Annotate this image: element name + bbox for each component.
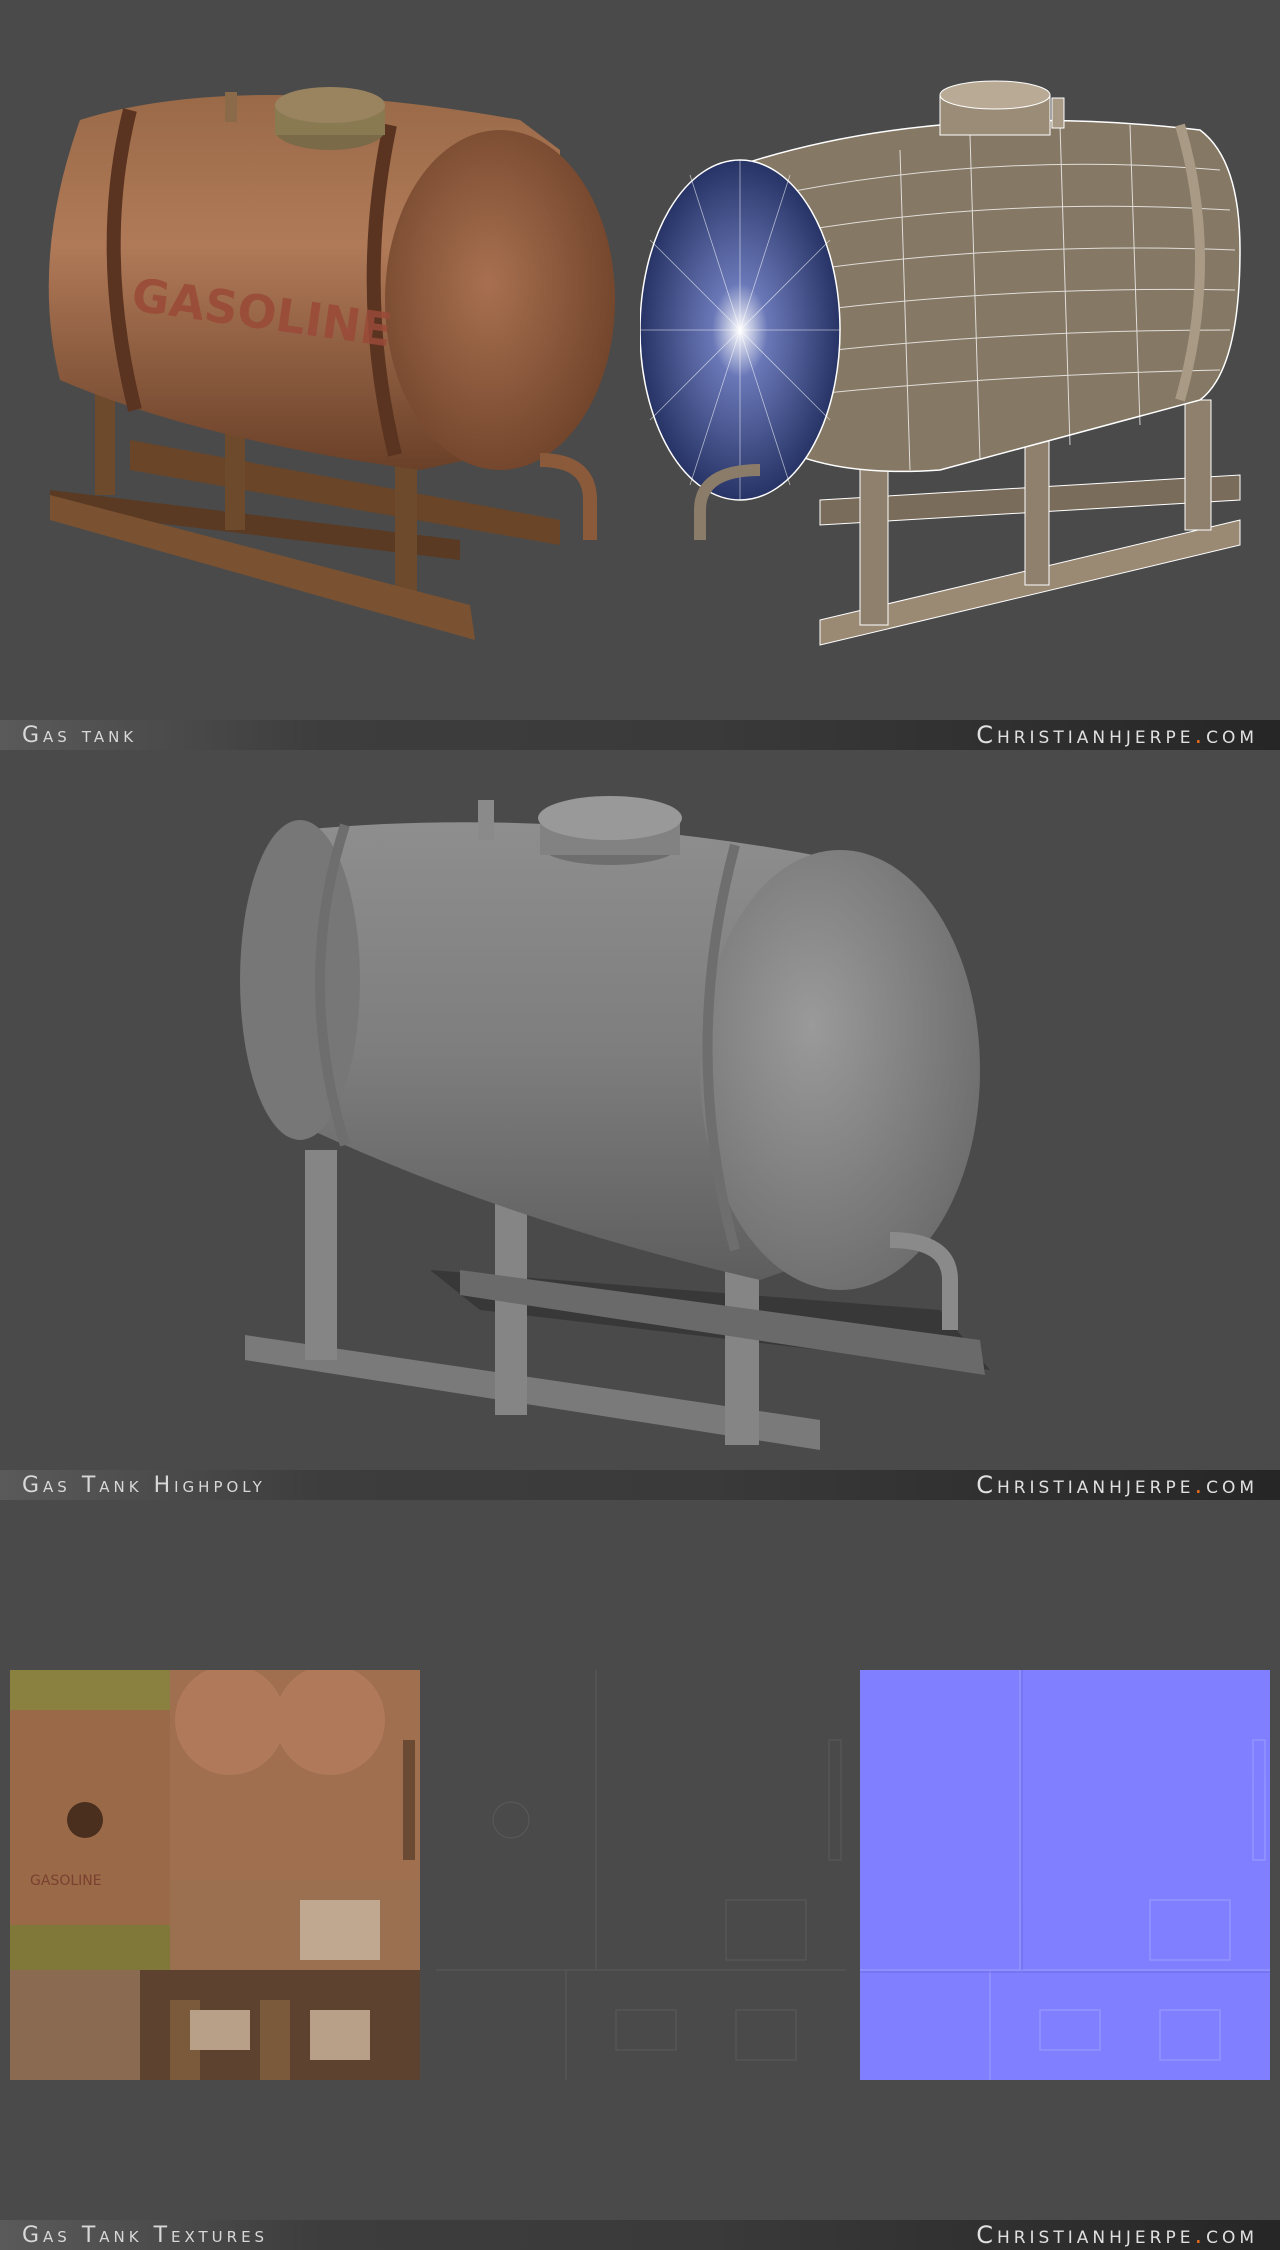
site-name: Christianhjerpe: [976, 2221, 1195, 2249]
section-title: Gas tank: [22, 722, 138, 748]
site-dot: .: [1194, 2221, 1207, 2249]
textured-tank-render: GASOLINE: [48, 87, 615, 640]
highpoly-tank-render: [240, 796, 990, 1450]
site-dot: .: [1194, 721, 1207, 749]
section-title: Gas Tank Textures: [22, 2222, 269, 2248]
site-dot: .: [1194, 1471, 1207, 1499]
site-tld: com: [1206, 721, 1258, 749]
wireframe-tank-render: [640, 80, 1241, 646]
site-name: Christianhjerpe: [976, 1471, 1195, 1499]
section-banner-highpoly: Gas Tank Highpoly Christianhjerpe.com: [0, 1470, 1280, 1500]
section-banner-gas-tank: Gas tank Christianhjerpe.com: [0, 720, 1280, 750]
site-credit: Christianhjerpe.com: [976, 2221, 1258, 2249]
section-banner-textures: Gas Tank Textures Christianhjerpe.com: [0, 2220, 1280, 2250]
site-credit: Christianhjerpe.com: [976, 721, 1258, 749]
section-title: Gas Tank Highpoly: [22, 1472, 266, 1498]
site-tld: com: [1206, 2221, 1258, 2249]
normal-texture-map: [860, 1670, 1270, 2080]
diffuse-gasoline-lettering: GASOLINE: [30, 1873, 102, 1889]
specular-texture-map: [436, 1670, 846, 2080]
textured-section: GASOLINE: [0, 0, 1280, 720]
site-tld: com: [1206, 1471, 1258, 1499]
site-credit: Christianhjerpe.com: [976, 1471, 1258, 1499]
site-name: Christianhjerpe: [976, 721, 1195, 749]
diffuse-texture-map: GASOLINE: [10, 1670, 420, 2080]
highpoly-section: [0, 750, 1280, 1470]
